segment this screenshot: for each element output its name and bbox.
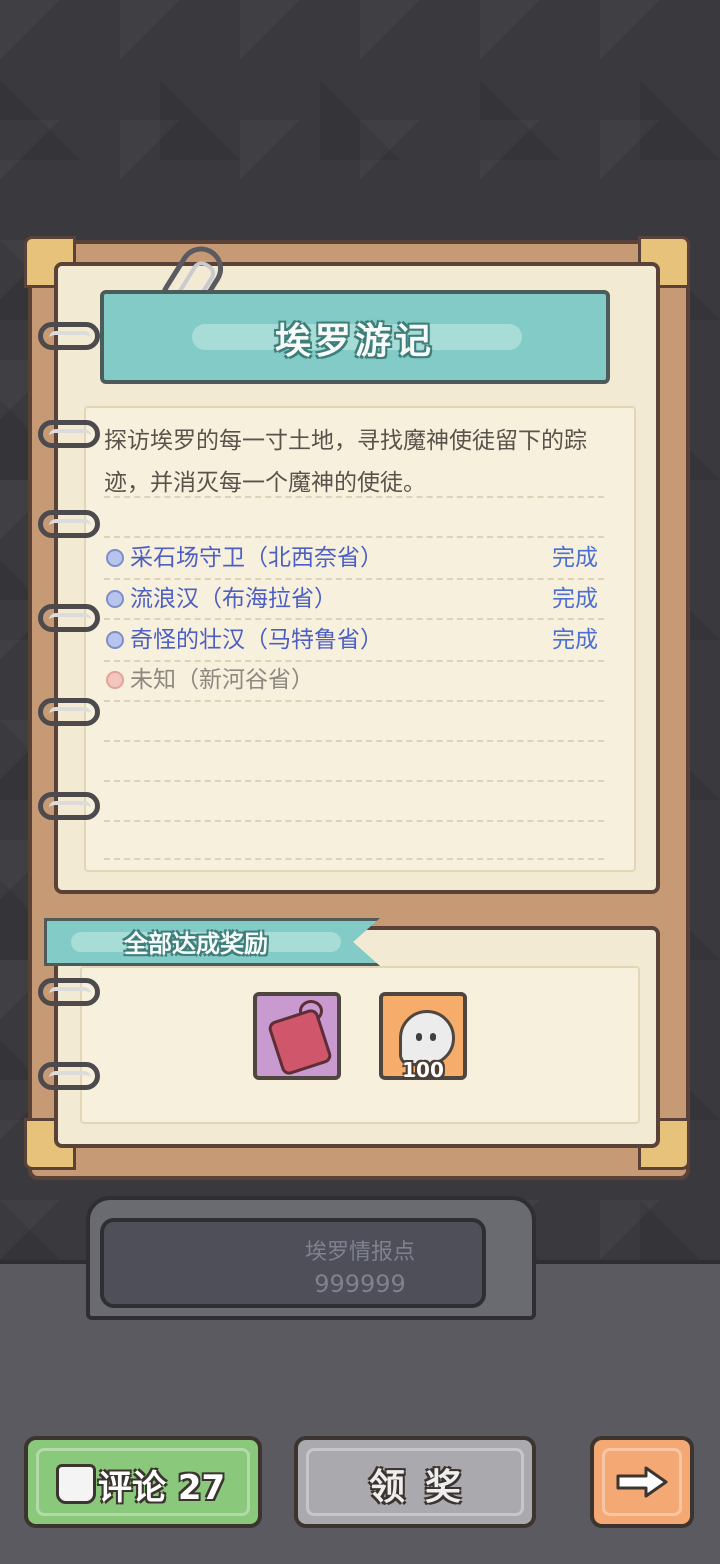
binder-ring [38, 322, 100, 350]
task-name: 未知（新河谷省） [130, 667, 314, 693]
task-name: 流浪汉（布海拉省） [130, 586, 337, 612]
task-item[interactable]: 流浪汉（布海拉省） 完成 [104, 579, 604, 619]
task-dot-icon [106, 590, 124, 608]
ruled-line [104, 780, 604, 782]
ghost-eye [430, 1033, 436, 1041]
claim-label: 领奖 [368, 1467, 481, 1508]
intel-value: 999999 [314, 1270, 406, 1298]
binder-ring [38, 420, 100, 448]
task-item[interactable]: 采石场守卫（北西奈省） 完成 [104, 538, 604, 578]
intel-label: 埃罗情报点 [304, 1240, 415, 1265]
task-item[interactable]: 未知（新河谷省） [104, 660, 604, 700]
claim-button[interactable]: 领奖 [294, 1436, 536, 1528]
task-name: 奇怪的壮汉（马特鲁省） [130, 627, 383, 653]
task-item[interactable]: 奇怪的壮汉（马特鲁省） 完成 [104, 620, 604, 660]
task-status: 完成 [552, 545, 598, 571]
task-status: 完成 [552, 627, 598, 653]
ruled-line [104, 820, 604, 822]
ruled-line [104, 700, 604, 702]
ruled-line [104, 496, 604, 498]
binder-ring [38, 604, 100, 632]
ruled-line [104, 740, 604, 742]
reward-paper [80, 966, 640, 1124]
quest-description: 探访埃罗的每一寸土地，寻找魔神使徒留下的踪迹，并消灭每一个魔神的使徒。 [104, 428, 587, 496]
inkwell-icon [56, 1464, 96, 1504]
ghost-eye [416, 1033, 422, 1041]
task-dot-icon [106, 549, 124, 567]
reward-item-ghost[interactable]: 100 [379, 992, 467, 1082]
binder-ring [38, 792, 100, 820]
arrow-right-icon [616, 1466, 668, 1498]
reward-label: 全部达成奖励 [124, 930, 268, 958]
reward-count: 100 [402, 1058, 444, 1082]
task-dot-icon [106, 631, 124, 649]
task-status: 完成 [552, 586, 598, 612]
task-name: 采石场守卫（北西奈省） [130, 545, 383, 571]
next-button[interactable] [590, 1436, 694, 1528]
comment-label: 评论 27 [98, 1468, 226, 1508]
binder-ring [38, 510, 100, 538]
binder-ring [38, 1062, 100, 1090]
quest-title: 埃罗游记 [274, 321, 435, 362]
amulet-icon [266, 1007, 334, 1077]
comment-button[interactable]: 评论 27 [24, 1436, 262, 1528]
binder-ring [38, 698, 100, 726]
task-dot-icon [106, 671, 124, 689]
ruled-line [104, 858, 604, 860]
reward-item-amulet[interactable] [253, 992, 341, 1080]
title-banner: 埃罗游记 [100, 290, 610, 384]
binder-ring [38, 978, 100, 1006]
